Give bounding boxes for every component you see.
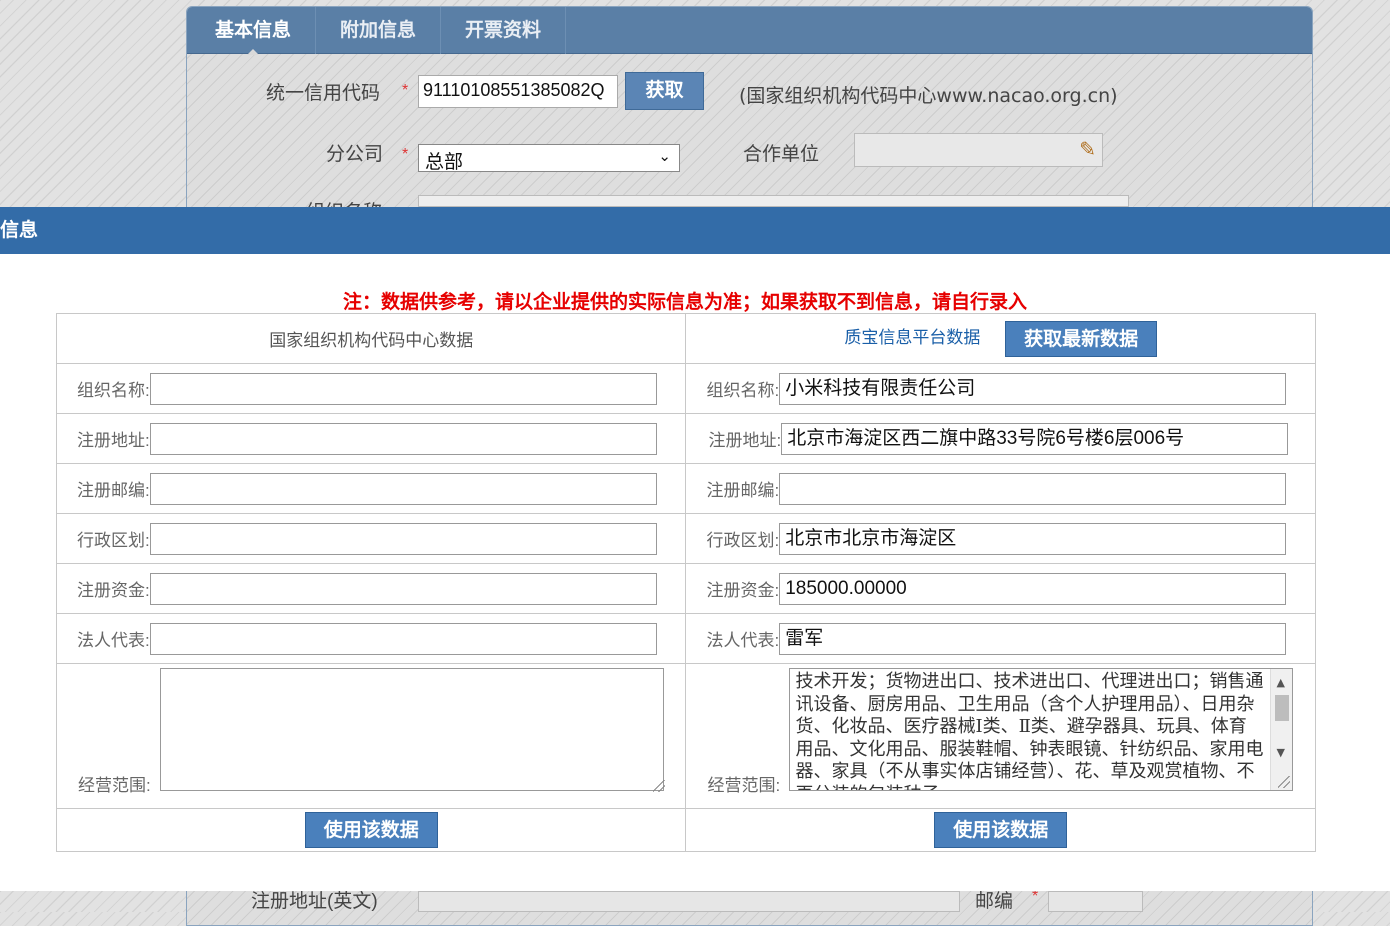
required-mark: *: [402, 82, 409, 99]
right-region-input[interactable]: 北京市北京市海淀区: [779, 522, 1287, 555]
tab-invoice-info[interactable]: 开票资料: [441, 6, 567, 54]
resize-grip-icon[interactable]: [653, 780, 665, 792]
table-row: 经营范围: 经营范围: 技术开发；货物进出口、技术进出口、代理进出口；销售通讯设…: [55, 663, 1316, 809]
credit-code-source-note: (国家组织机构代码中心www.nacao.org.cn): [739, 85, 1118, 107]
refresh-data-button[interactable]: 获取最新数据: [1005, 320, 1158, 357]
table-row: 注册资金: 注册资金: 185000.00000: [55, 563, 1316, 614]
right-postcode-cell: 注册邮编:: [685, 463, 1316, 514]
field-label: 行政区划:: [77, 531, 150, 550]
table-row: 注册地址: 注册地址: 北京市海淀区西二旗中路33号院6号楼6层006号: [55, 413, 1316, 464]
right-source-title: 质宝信息平台数据: [844, 327, 981, 347]
right-scope-text: 技术开发；货物进出口、技术进出口、代理进出口；销售通讯设备、厨房用品、卫生用品（…: [795, 671, 1264, 790]
tab-basic-info[interactable]: 基本信息: [191, 6, 317, 55]
reference-notice: 注：数据供参考，请以企业提供的实际信息为准；如果获取不到信息，请自行录入: [342, 292, 1027, 313]
right-region-cell: 行政区划: 北京市北京市海淀区: [685, 513, 1316, 564]
field-label: 注册资金:: [77, 581, 150, 600]
scroll-up-icon[interactable]: ▲: [1276, 672, 1284, 695]
credit-code-label: 统一信用代码: [266, 83, 381, 104]
field-label: 注册资金:: [706, 581, 780, 600]
right-capital-input[interactable]: 185000.00000: [779, 572, 1287, 605]
tab-bar: 基本信息 附加信息 开票资料: [187, 6, 1312, 55]
table-row: 注册邮编: 注册邮编:: [55, 463, 1316, 514]
right-address-cell: 注册地址: 北京市海淀区西二旗中路33号院6号楼6层006号: [685, 413, 1316, 464]
dialog-title: 信息: [0, 207, 1390, 254]
field-label: 行政区划:: [706, 531, 780, 550]
field-label: 注册地址:: [708, 431, 782, 450]
left-org-name-input[interactable]: [149, 372, 657, 405]
table-header-row: 国家组织机构代码中心数据 质宝信息平台数据 获取最新数据: [55, 313, 1316, 364]
right-scope-cell: 经营范围: 技术开发；货物进出口、技术进出口、代理进出口；销售通讯设备、厨房用品…: [685, 663, 1316, 809]
use-left-data-button[interactable]: 使用该数据: [304, 812, 438, 848]
postcode-field[interactable]: [1048, 891, 1143, 912]
right-capital-cell: 注册资金: 185000.00000: [685, 563, 1316, 614]
field-label: 组织名称:: [77, 381, 150, 400]
branch-select-value: 总部: [425, 152, 464, 173]
credit-code-input[interactable]: 91110108551385082Q: [418, 75, 618, 108]
table-row: 法人代表: 法人代表: 雷军: [55, 613, 1316, 664]
scrollbar[interactable]: ▲ ▼: [1270, 669, 1293, 790]
field-label: 注册邮编:: [706, 481, 780, 500]
table-action-row: 使用该数据 使用该数据: [55, 808, 1316, 852]
left-capital-input[interactable]: [149, 572, 657, 605]
fetch-button[interactable]: 获取: [625, 72, 704, 110]
field-label: 注册地址:: [77, 431, 150, 450]
use-right-data-button[interactable]: 使用该数据: [934, 812, 1068, 848]
left-postcode-input[interactable]: [149, 472, 657, 505]
right-legal-rep-cell: 法人代表: 雷军: [685, 613, 1316, 664]
left-region-input[interactable]: [149, 522, 657, 555]
right-org-name-cell: 组织名称: 小米科技有限责任公司: [685, 363, 1316, 414]
left-capital-cell: 注册资金:: [55, 563, 687, 614]
field-label: 经营范围:: [78, 776, 151, 795]
left-address-input[interactable]: [149, 422, 657, 455]
left-address-cell: 注册地址:: [55, 413, 687, 464]
left-source-header: 国家组织机构代码中心数据: [55, 313, 687, 364]
comparison-table: 国家组织机构代码中心数据 质宝信息平台数据 获取最新数据 组织名称: 组织名称:…: [55, 313, 1316, 852]
table-row: 组织名称: 组织名称: 小米科技有限责任公司: [55, 363, 1316, 414]
reg-address-en-field[interactable]: [418, 891, 960, 912]
left-scope-textarea[interactable]: [160, 668, 664, 791]
info-dialog: 信息 注：数据供参考，请以企业提供的实际信息为准；如果获取不到信息，请自行录入 …: [0, 207, 1390, 891]
partner-field[interactable]: ✎: [854, 133, 1103, 167]
field-label: 注册邮编:: [77, 481, 150, 500]
field-label: 经营范围:: [707, 776, 781, 795]
branch-label: 分公司: [326, 144, 384, 165]
right-postcode-input[interactable]: [779, 472, 1287, 505]
resize-grip-icon[interactable]: [1278, 776, 1291, 788]
required-mark: *: [402, 146, 409, 163]
scroll-thumb[interactable]: [1275, 695, 1290, 721]
right-source-header: 质宝信息平台数据 获取最新数据: [685, 313, 1316, 364]
field-label: 组织名称:: [706, 381, 780, 400]
right-action-cell: 使用该数据: [685, 808, 1316, 852]
field-label: 法人代表:: [77, 631, 150, 650]
org-name-field[interactable]: [418, 195, 1129, 207]
left-scope-cell: 经营范围:: [55, 663, 687, 809]
org-name-label: 组织名称: [306, 197, 382, 207]
field-label: 法人代表:: [706, 631, 780, 650]
pencil-icon[interactable]: ✎: [1079, 137, 1096, 162]
branch-select[interactable]: 总部 ⌄: [418, 144, 680, 173]
right-org-name-input[interactable]: 小米科技有限责任公司: [779, 372, 1287, 405]
left-org-name-cell: 组织名称:: [55, 363, 687, 414]
right-scope-textarea[interactable]: 技术开发；货物进出口、技术进出口、代理进出口；销售通讯设备、厨房用品、卫生用品（…: [789, 668, 1294, 791]
left-action-cell: 使用该数据: [55, 808, 687, 852]
chevron-down-icon: ⌄: [658, 148, 671, 165]
left-legal-rep-cell: 法人代表:: [55, 613, 687, 664]
table-row: 行政区划: 行政区划: 北京市北京市海淀区: [55, 513, 1316, 564]
partner-label: 合作单位: [743, 144, 820, 165]
scroll-down-icon[interactable]: ▼: [1276, 742, 1284, 765]
left-legal-rep-input[interactable]: [149, 622, 657, 655]
tab-additional-info[interactable]: 附加信息: [316, 6, 442, 54]
right-address-input[interactable]: 北京市海淀区西二旗中路33号院6号楼6层006号: [781, 422, 1289, 455]
left-postcode-cell: 注册邮编:: [55, 463, 687, 514]
left-region-cell: 行政区划:: [55, 513, 687, 564]
right-legal-rep-input[interactable]: 雷军: [779, 622, 1287, 655]
